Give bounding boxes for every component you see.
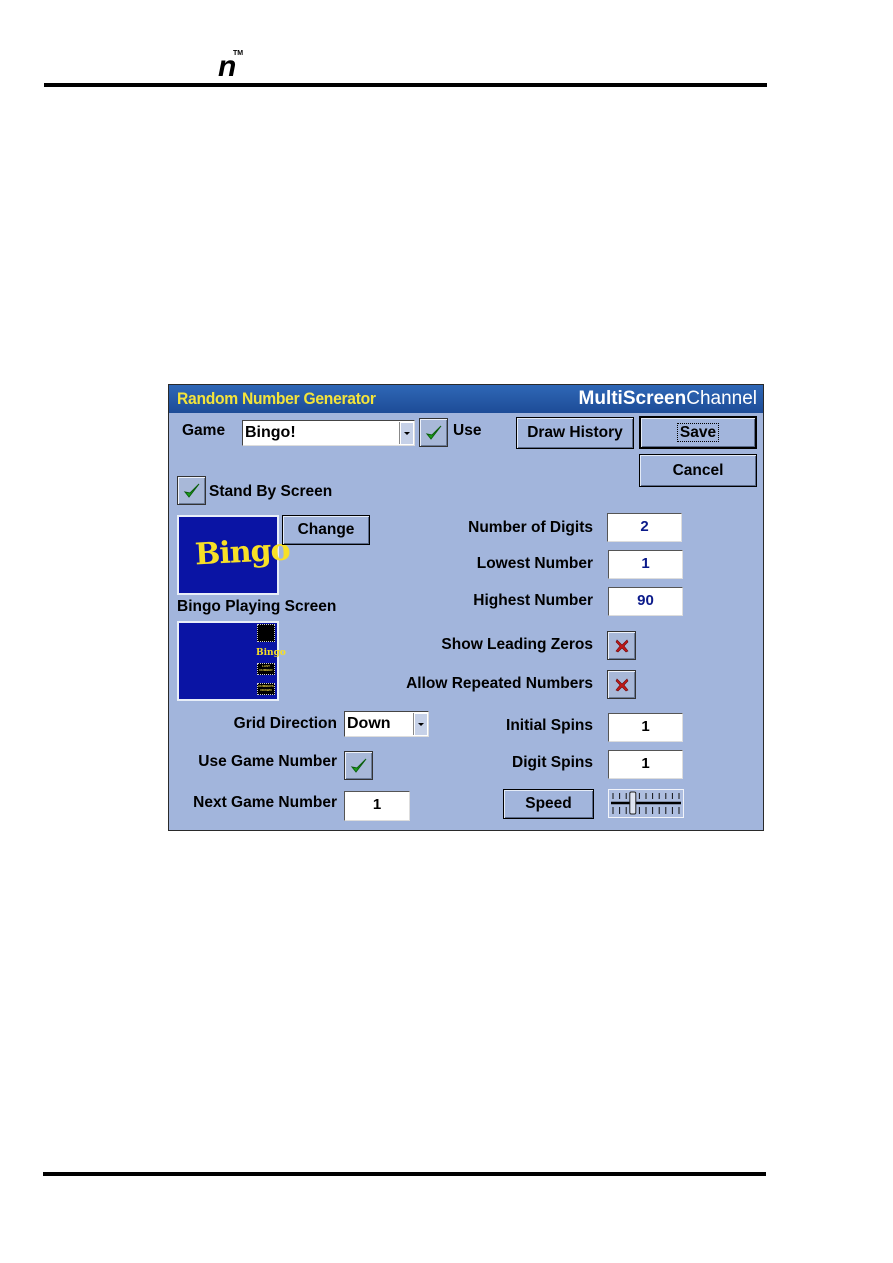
highest-number-input[interactable]: 90 — [608, 587, 683, 616]
numbers-drawn-panel: NUMBERS DRAWN — [257, 683, 275, 695]
next-game-number-input[interactable]: 1 — [344, 791, 410, 821]
stand-by-screen-thumbnail[interactable]: Bingo — [177, 515, 290, 595]
stand-by-screen-checkbox[interactable] — [177, 476, 206, 505]
digit-spins-input[interactable]: 1 — [608, 750, 683, 779]
save-button[interactable]: Save — [639, 416, 757, 449]
chevron-down-icon[interactable] — [413, 713, 427, 735]
slider-thumb[interactable] — [629, 791, 637, 815]
game-select[interactable]: Bingo! — [242, 420, 415, 446]
playing-screen-cell — [257, 624, 275, 642]
brand-bold: MultiScreen — [578, 388, 687, 409]
speed-slider-track — [611, 791, 681, 815]
number-of-digits-input[interactable]: 2 — [607, 513, 682, 542]
random-number-generator-window: Random Number Generator MultiScreenChann… — [168, 384, 764, 831]
game-label: Game — [182, 422, 226, 439]
bingo-playing-screen-label: Bingo Playing Screen — [177, 598, 337, 615]
bingo-playing-screen-thumbnail[interactable]: Bingo LAST NUMBER NUMBERS DRAWN — [177, 621, 286, 701]
cross-icon — [615, 639, 629, 653]
bingo-logo-text: Bingo — [194, 532, 291, 573]
initial-spins-input[interactable]: 1 — [608, 713, 683, 742]
cancel-button[interactable]: Cancel — [639, 454, 757, 487]
speed-button[interactable]: Speed — [503, 789, 594, 819]
allow-repeated-numbers-checkbox[interactable] — [607, 670, 636, 699]
show-leading-zeros-checkbox[interactable] — [607, 631, 636, 660]
stand-by-screen-label: Stand By Screen — [209, 483, 333, 500]
initial-spins-label: Initial Spins — [506, 717, 593, 734]
brand-light: Channel — [686, 388, 757, 409]
game-select-value: Bingo! — [245, 424, 296, 441]
lowest-number-label: Lowest Number — [476, 555, 593, 572]
playing-screen-side-panel: Bingo LAST NUMBER NUMBERS DRAWN — [255, 623, 286, 699]
checkmark-icon — [183, 483, 200, 498]
last-number-panel-label: LAST NUMBER — [259, 664, 273, 672]
use-game-number-label: Use Game Number — [198, 753, 337, 770]
grid-direction-value: Down — [347, 715, 391, 732]
use-game-number-checkbox[interactable] — [344, 751, 373, 780]
next-game-number-label: Next Game Number — [193, 794, 337, 811]
number-of-digits-label: Number of Digits — [468, 519, 593, 536]
grid-direction-label: Grid Direction — [233, 715, 337, 732]
speed-slider[interactable] — [608, 789, 684, 818]
use-checkbox[interactable] — [419, 418, 448, 447]
grid-direction-select[interactable]: Down — [344, 711, 429, 737]
show-leading-zeros-label: Show Leading Zeros — [441, 636, 593, 653]
lowest-number-input[interactable]: 1 — [608, 550, 683, 579]
checkmark-icon — [425, 425, 442, 440]
cross-icon — [615, 678, 629, 692]
mini-bingo-text: Bingo — [256, 648, 286, 658]
title-bar: Random Number Generator MultiScreenChann… — [169, 385, 763, 413]
multiscreen-channel-brand: MultiScreenChannel — [579, 388, 757, 410]
use-label: Use — [453, 422, 482, 439]
trademark-mark: TM — [233, 50, 244, 57]
draw-history-button[interactable]: Draw History — [516, 417, 634, 449]
change-button[interactable]: Change — [282, 515, 370, 545]
last-number-panel: LAST NUMBER — [257, 663, 275, 675]
checkmark-icon — [350, 758, 367, 773]
allow-repeated-numbers-label: Allow Repeated Numbers — [406, 675, 593, 692]
chevron-down-icon[interactable] — [399, 422, 413, 444]
save-button-label: Save — [676, 423, 720, 442]
footer-rule — [43, 1172, 766, 1176]
numbers-drawn-panel-label: NUMBERS DRAWN — [258, 684, 274, 692]
highest-number-label: Highest Number — [473, 592, 593, 609]
digit-spins-label: Digit Spins — [512, 754, 593, 771]
header-rule — [44, 83, 767, 87]
window-title: Random Number Generator — [177, 389, 376, 408]
